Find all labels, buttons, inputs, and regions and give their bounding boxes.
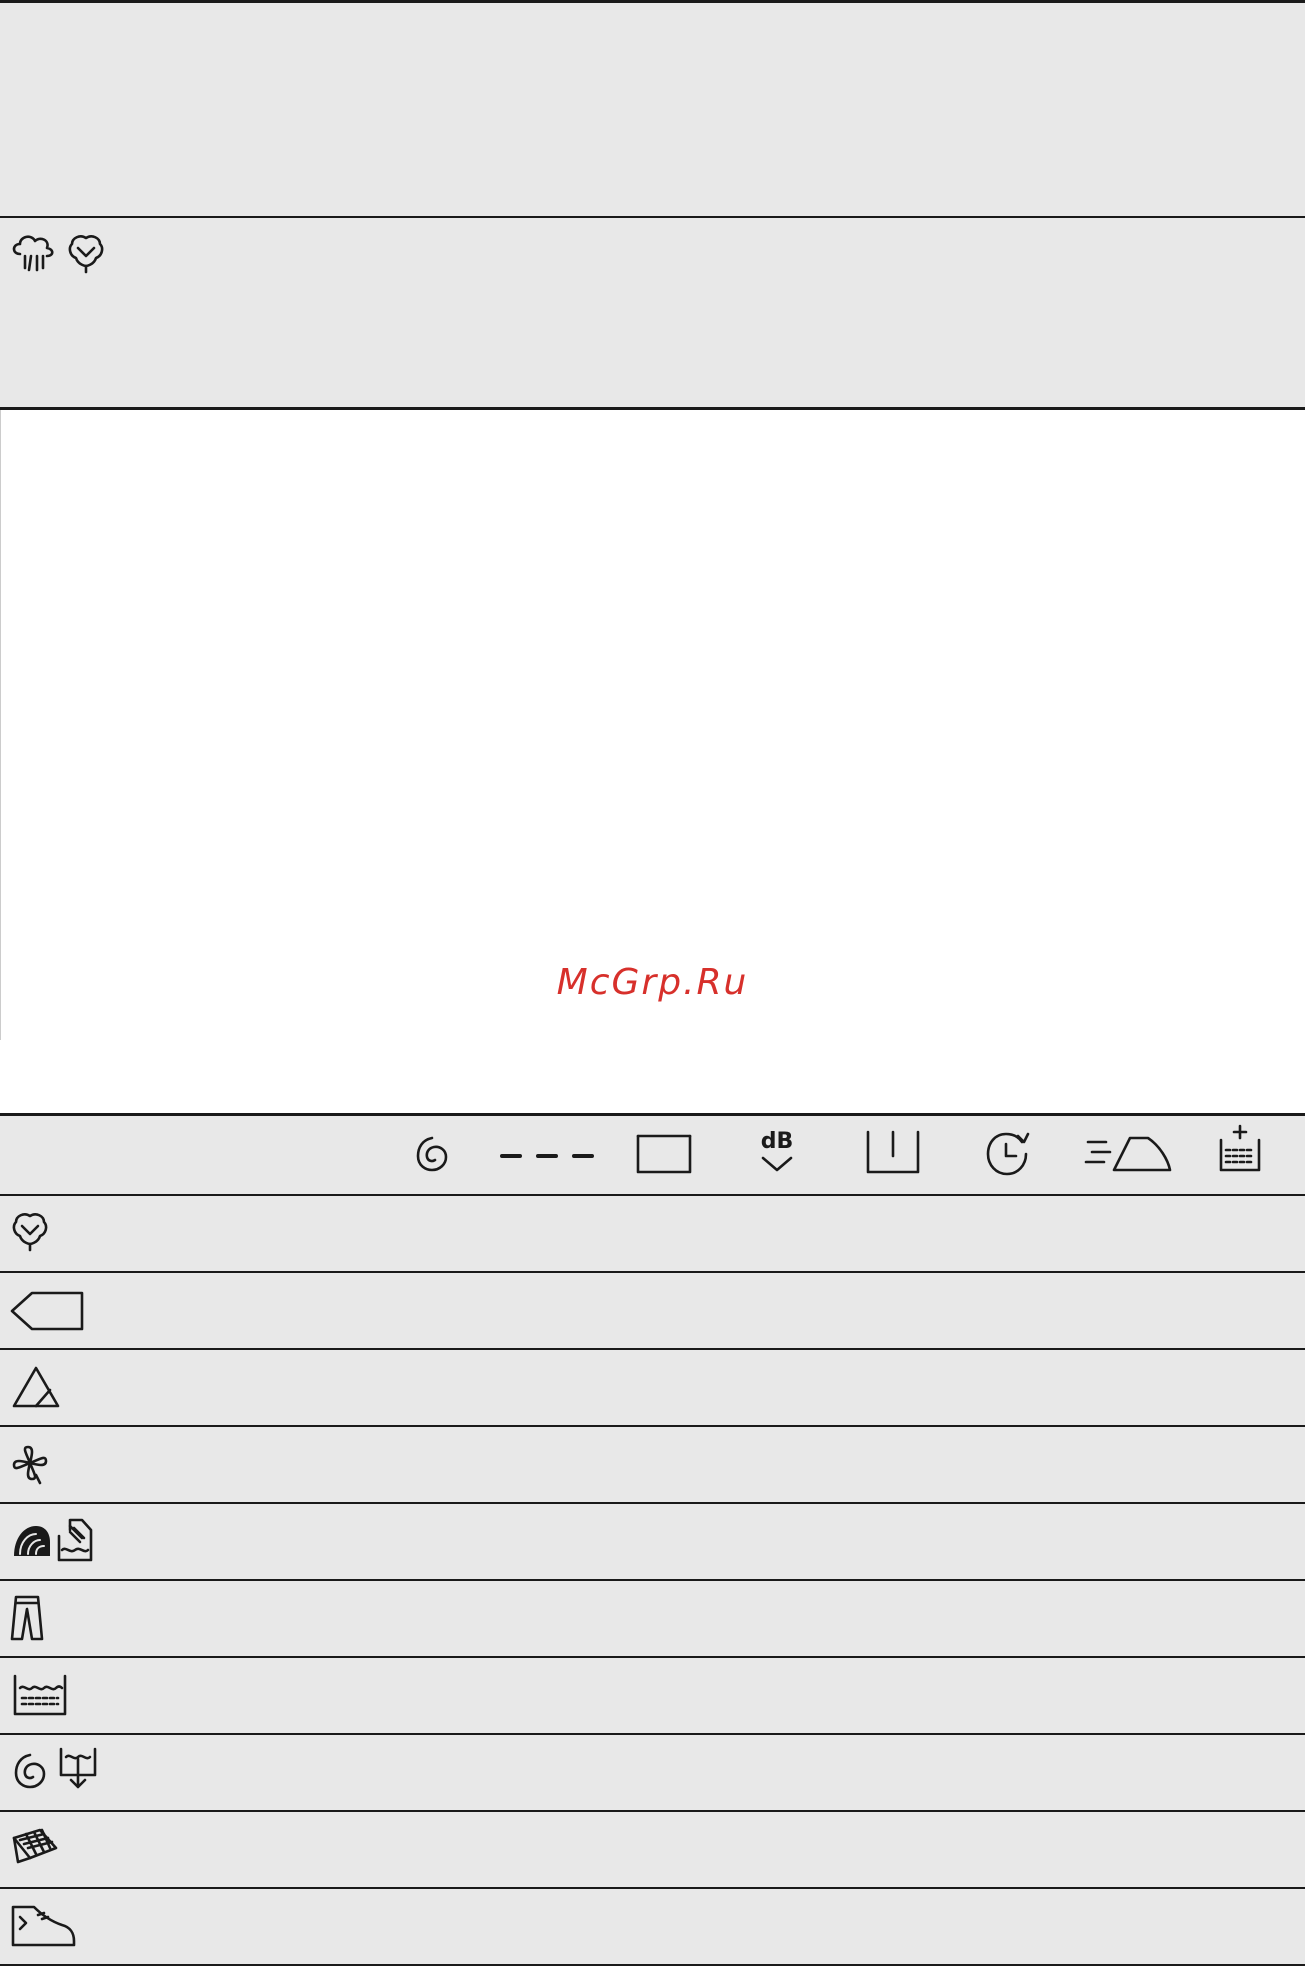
cotton-flower-icon: [10, 1210, 50, 1252]
wool-ball-icon: [10, 1520, 54, 1564]
extra-rinse-tub-icon: [636, 1132, 692, 1176]
sport-shoe-icon: [10, 1903, 76, 1949]
synthetics-label-icon: [10, 1289, 84, 1333]
table-row-cotton: [0, 1196, 1305, 1273]
top-row-2: [0, 218, 1305, 408]
rinse-hold-icon: [866, 1130, 920, 1176]
cotton-flower-icon: [66, 232, 106, 274]
table-row-rinse: [0, 1658, 1305, 1735]
easy-iron-icon: [1084, 1132, 1174, 1176]
hand-wash-icon: [56, 1516, 94, 1564]
night-silent-db-icon: dB: [755, 1124, 799, 1182]
steam-refresh-icon: [10, 232, 56, 274]
time-save-icon: [984, 1130, 1034, 1178]
table-row-wool: [0, 1504, 1305, 1581]
table-row-duvet: [0, 1812, 1305, 1889]
table-row-shoes: [0, 1889, 1305, 1966]
left-margin-rule: [0, 410, 1, 1040]
table-row-synthetics: [0, 1273, 1305, 1350]
spin-icon: [412, 1132, 452, 1176]
rinse-dashes-icon: [498, 1146, 598, 1166]
top-row-1: [0, 3, 1305, 217]
svg-text:dB: dB: [761, 1129, 794, 1154]
delicates-triangle-icon: [10, 1364, 62, 1410]
top-section-bottom-border: [0, 407, 1305, 410]
watermark-text: McGrp.Ru: [556, 962, 749, 1003]
rinse-tub-icon: [12, 1672, 68, 1718]
denim-jeans-icon: [10, 1593, 44, 1643]
table-row-mixed: [0, 1427, 1305, 1504]
table-header-row: dB: [0, 1116, 1305, 1196]
table-row-spin-drain: [0, 1735, 1305, 1812]
spin-icon: [10, 1749, 50, 1793]
prewash-icon: [1218, 1124, 1262, 1176]
table-row-delicates: [0, 1350, 1305, 1427]
drain-icon: [58, 1745, 98, 1791]
mixed-flower-icon: [10, 1443, 50, 1485]
duvet-icon: [10, 1826, 60, 1870]
table-row-jeans: [0, 1581, 1305, 1658]
